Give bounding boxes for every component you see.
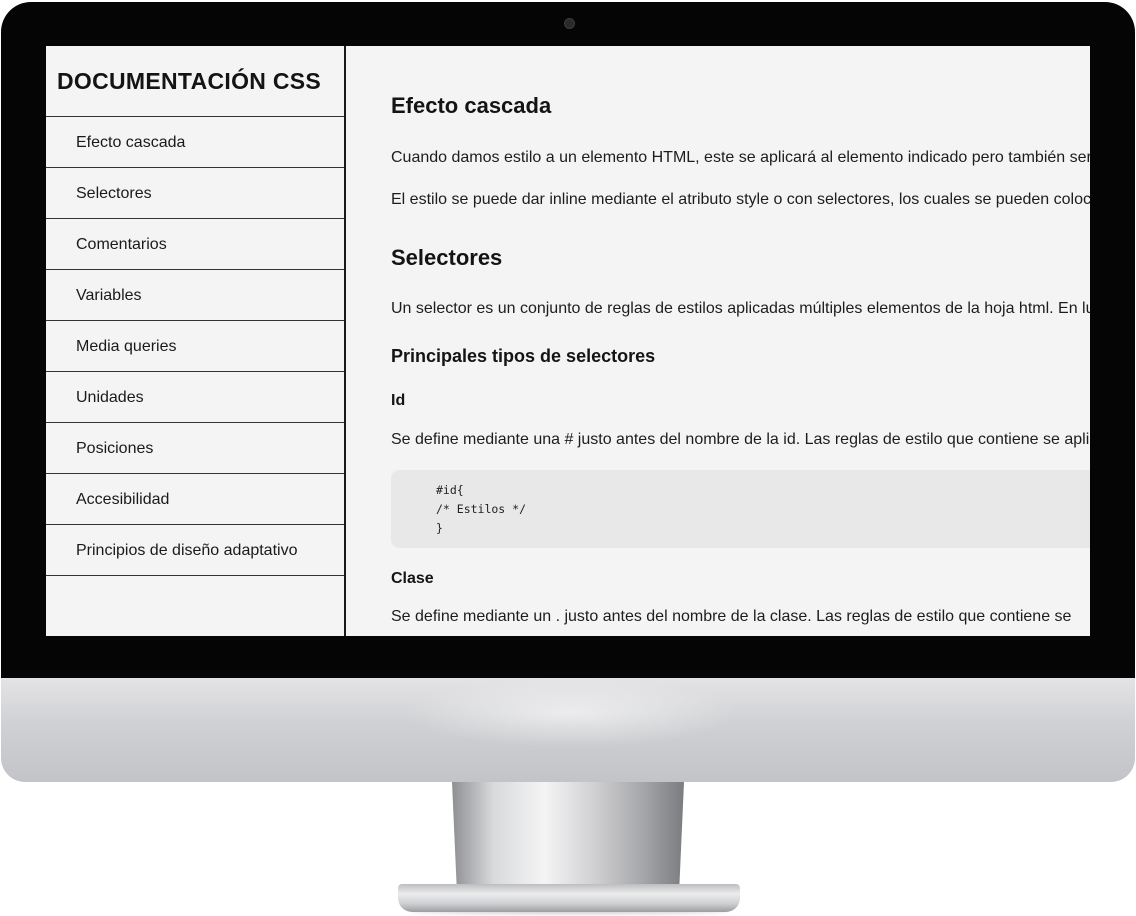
- nav-link-selectores[interactable]: Selectores: [46, 168, 344, 219]
- nav-link-comentarios[interactable]: Comentarios: [46, 219, 344, 270]
- code-block-id: #id{ /* Estilos */ }: [391, 470, 1090, 548]
- camera-icon: [564, 18, 575, 29]
- paragraph-selectores-1: Un selector es un conjunto de reglas de …: [391, 300, 1090, 317]
- screen: DOCUMENTACIÓN CSS Efecto cascada Selecto…: [46, 46, 1090, 636]
- paragraph-cascada-2: El estilo se puede dar inline mediante e…: [391, 191, 1090, 208]
- section-heading-selectores: Selectores: [391, 245, 503, 270]
- navbar: DOCUMENTACIÓN CSS Efecto cascada Selecto…: [46, 46, 346, 636]
- paragraph-clase: Se define mediante un . justo antes del …: [391, 608, 1072, 625]
- nav-link-unidades[interactable]: Unidades: [46, 372, 344, 423]
- nav-link-media-queries[interactable]: Media queries: [46, 321, 344, 372]
- code-line: }: [436, 521, 443, 535]
- subheading-tipos-selectores: Principales tipos de selectores: [391, 346, 656, 366]
- subheading-clase: Clase: [391, 570, 434, 587]
- code-line: /* Estilos */: [436, 502, 527, 516]
- navbar-title: DOCUMENTACIÓN CSS: [46, 46, 344, 117]
- subheading-id: Id: [391, 392, 406, 409]
- nav-link-accesibilidad[interactable]: Accesibilidad: [46, 474, 344, 525]
- monitor-foot: [398, 884, 740, 912]
- code-line: #id{: [436, 483, 464, 497]
- section-heading-efecto-cascada: Efecto cascada: [391, 93, 552, 118]
- nav-link-principios-diseno-adaptativo[interactable]: Principios de diseño adaptativo: [46, 525, 344, 576]
- monitor-chin: [1, 678, 1135, 782]
- paragraph-id: Se define mediante una # justo antes del…: [391, 431, 1090, 448]
- main-doc[interactable]: Efecto cascada Cuando damos estilo a un …: [346, 46, 1090, 636]
- nav-link-variables[interactable]: Variables: [46, 270, 344, 321]
- paragraph-cascada-1: Cuando damos estilo a un elemento HTML, …: [391, 149, 1090, 166]
- monitor-stand: [452, 782, 684, 886]
- chin-highlight: [401, 678, 741, 748]
- nav-link-posiciones[interactable]: Posiciones: [46, 423, 344, 474]
- nav-link-efecto-cascada[interactable]: Efecto cascada: [46, 117, 344, 168]
